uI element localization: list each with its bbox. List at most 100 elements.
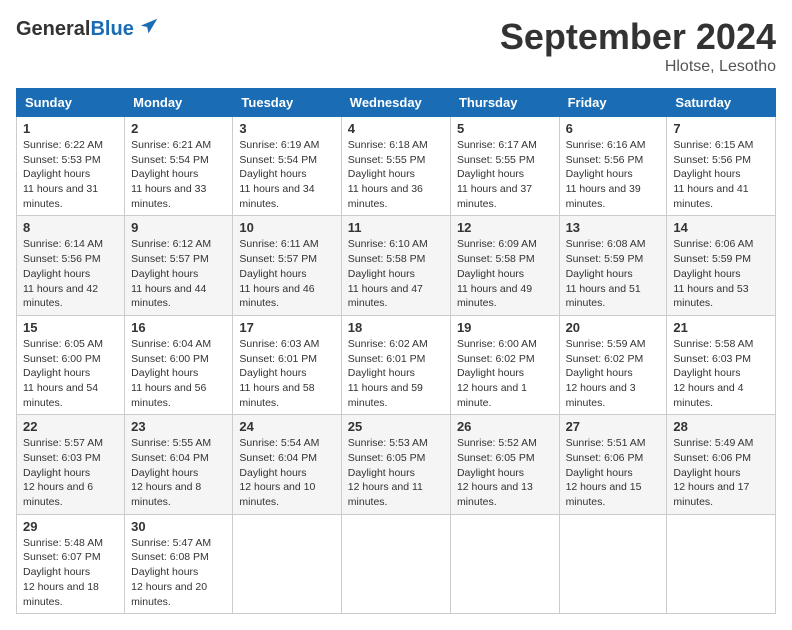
- calendar-cell: 2 Sunrise: 6:21 AMSunset: 5:54 PMDayligh…: [125, 117, 233, 216]
- calendar-cell: 1 Sunrise: 6:22 AMSunset: 5:53 PMDayligh…: [17, 117, 125, 216]
- calendar-week-5: 29 Sunrise: 5:48 AMSunset: 6:07 PMDaylig…: [17, 514, 776, 613]
- day-number: 3: [239, 121, 334, 136]
- calendar-cell: 6 Sunrise: 6:16 AMSunset: 5:56 PMDayligh…: [559, 117, 667, 216]
- day-info: Sunrise: 6:16 AMSunset: 5:56 PMDaylight …: [566, 138, 661, 211]
- day-info: Sunrise: 6:05 AMSunset: 6:00 PMDaylight …: [23, 337, 118, 410]
- day-number: 24: [239, 419, 334, 434]
- calendar-cell: 23 Sunrise: 5:55 AMSunset: 6:04 PMDaylig…: [125, 415, 233, 514]
- weekday-header-wednesday: Wednesday: [341, 89, 450, 117]
- day-info: Sunrise: 6:11 AMSunset: 5:57 PMDaylight …: [239, 237, 334, 310]
- calendar-cell: 29 Sunrise: 5:48 AMSunset: 6:07 PMDaylig…: [17, 514, 125, 613]
- day-info: Sunrise: 6:15 AMSunset: 5:56 PMDaylight …: [673, 138, 769, 211]
- day-info: Sunrise: 5:51 AMSunset: 6:06 PMDaylight …: [566, 436, 661, 509]
- day-number: 13: [566, 220, 661, 235]
- calendar-cell: 14 Sunrise: 6:06 AMSunset: 5:59 PMDaylig…: [667, 216, 776, 315]
- month-title: September 2024: [500, 16, 776, 58]
- day-number: 14: [673, 220, 769, 235]
- calendar-week-2: 8 Sunrise: 6:14 AMSunset: 5:56 PMDayligh…: [17, 216, 776, 315]
- day-number: 30: [131, 519, 226, 534]
- day-info: Sunrise: 5:53 AMSunset: 6:05 PMDaylight …: [348, 436, 444, 509]
- day-info: Sunrise: 6:17 AMSunset: 5:55 PMDaylight …: [457, 138, 553, 211]
- calendar-cell: 30 Sunrise: 5:47 AMSunset: 6:08 PMDaylig…: [125, 514, 233, 613]
- title-section: September 2024 Hlotse, Lesotho: [500, 16, 776, 76]
- calendar-cell: 13 Sunrise: 6:08 AMSunset: 5:59 PMDaylig…: [559, 216, 667, 315]
- day-info: Sunrise: 6:02 AMSunset: 6:01 PMDaylight …: [348, 337, 444, 410]
- calendar-cell: [233, 514, 341, 613]
- day-info: Sunrise: 6:18 AMSunset: 5:55 PMDaylight …: [348, 138, 444, 211]
- weekday-header-saturday: Saturday: [667, 89, 776, 117]
- day-number: 7: [673, 121, 769, 136]
- day-info: Sunrise: 6:03 AMSunset: 6:01 PMDaylight …: [239, 337, 334, 410]
- calendar-cell: 26 Sunrise: 5:52 AMSunset: 6:05 PMDaylig…: [450, 415, 559, 514]
- calendar-cell: [667, 514, 776, 613]
- day-info: Sunrise: 5:48 AMSunset: 6:07 PMDaylight …: [23, 536, 118, 609]
- calendar-cell: [341, 514, 450, 613]
- calendar-cell: 15 Sunrise: 6:05 AMSunset: 6:00 PMDaylig…: [17, 315, 125, 414]
- calendar-cell: 4 Sunrise: 6:18 AMSunset: 5:55 PMDayligh…: [341, 117, 450, 216]
- day-number: 28: [673, 419, 769, 434]
- calendar-cell: 19 Sunrise: 6:00 AMSunset: 6:02 PMDaylig…: [450, 315, 559, 414]
- weekday-header-row: SundayMondayTuesdayWednesdayThursdayFrid…: [17, 89, 776, 117]
- calendar-cell: 24 Sunrise: 5:54 AMSunset: 6:04 PMDaylig…: [233, 415, 341, 514]
- day-info: Sunrise: 5:49 AMSunset: 6:06 PMDaylight …: [673, 436, 769, 509]
- day-number: 4: [348, 121, 444, 136]
- day-number: 16: [131, 320, 226, 335]
- day-info: Sunrise: 6:21 AMSunset: 5:54 PMDaylight …: [131, 138, 226, 211]
- calendar-cell: 18 Sunrise: 6:02 AMSunset: 6:01 PMDaylig…: [341, 315, 450, 414]
- day-info: Sunrise: 6:08 AMSunset: 5:59 PMDaylight …: [566, 237, 661, 310]
- day-info: Sunrise: 5:54 AMSunset: 6:04 PMDaylight …: [239, 436, 334, 509]
- logo-bird-icon: [138, 16, 160, 43]
- calendar-cell: 16 Sunrise: 6:04 AMSunset: 6:00 PMDaylig…: [125, 315, 233, 414]
- day-number: 20: [566, 320, 661, 335]
- day-number: 9: [131, 220, 226, 235]
- logo-blue-text: Blue: [90, 18, 133, 41]
- logo: General Blue: [16, 16, 160, 43]
- day-number: 2: [131, 121, 226, 136]
- day-number: 23: [131, 419, 226, 434]
- weekday-header-friday: Friday: [559, 89, 667, 117]
- calendar-cell: 8 Sunrise: 6:14 AMSunset: 5:56 PMDayligh…: [17, 216, 125, 315]
- weekday-header-monday: Monday: [125, 89, 233, 117]
- calendar-cell: 28 Sunrise: 5:49 AMSunset: 6:06 PMDaylig…: [667, 415, 776, 514]
- weekday-header-thursday: Thursday: [450, 89, 559, 117]
- day-number: 6: [566, 121, 661, 136]
- calendar-cell: 10 Sunrise: 6:11 AMSunset: 5:57 PMDaylig…: [233, 216, 341, 315]
- calendar-cell: 11 Sunrise: 6:10 AMSunset: 5:58 PMDaylig…: [341, 216, 450, 315]
- day-number: 22: [23, 419, 118, 434]
- day-number: 17: [239, 320, 334, 335]
- calendar-table: SundayMondayTuesdayWednesdayThursdayFrid…: [16, 88, 776, 614]
- calendar-cell: 20 Sunrise: 5:59 AMSunset: 6:02 PMDaylig…: [559, 315, 667, 414]
- logo-general-text: General: [16, 18, 90, 41]
- day-number: 27: [566, 419, 661, 434]
- day-number: 21: [673, 320, 769, 335]
- day-info: Sunrise: 6:06 AMSunset: 5:59 PMDaylight …: [673, 237, 769, 310]
- day-number: 10: [239, 220, 334, 235]
- calendar-week-1: 1 Sunrise: 6:22 AMSunset: 5:53 PMDayligh…: [17, 117, 776, 216]
- day-number: 15: [23, 320, 118, 335]
- calendar-cell: 9 Sunrise: 6:12 AMSunset: 5:57 PMDayligh…: [125, 216, 233, 315]
- calendar-cell: [450, 514, 559, 613]
- day-info: Sunrise: 6:12 AMSunset: 5:57 PMDaylight …: [131, 237, 226, 310]
- day-info: Sunrise: 5:58 AMSunset: 6:03 PMDaylight …: [673, 337, 769, 410]
- day-info: Sunrise: 6:04 AMSunset: 6:00 PMDaylight …: [131, 337, 226, 410]
- weekday-header-sunday: Sunday: [17, 89, 125, 117]
- day-number: 5: [457, 121, 553, 136]
- day-number: 18: [348, 320, 444, 335]
- day-info: Sunrise: 6:10 AMSunset: 5:58 PMDaylight …: [348, 237, 444, 310]
- calendar-cell: 25 Sunrise: 5:53 AMSunset: 6:05 PMDaylig…: [341, 415, 450, 514]
- day-number: 1: [23, 121, 118, 136]
- day-number: 26: [457, 419, 553, 434]
- calendar-week-4: 22 Sunrise: 5:57 AMSunset: 6:03 PMDaylig…: [17, 415, 776, 514]
- day-info: Sunrise: 5:47 AMSunset: 6:08 PMDaylight …: [131, 536, 226, 609]
- calendar-cell: 17 Sunrise: 6:03 AMSunset: 6:01 PMDaylig…: [233, 315, 341, 414]
- day-number: 29: [23, 519, 118, 534]
- calendar-cell: 7 Sunrise: 6:15 AMSunset: 5:56 PMDayligh…: [667, 117, 776, 216]
- day-number: 12: [457, 220, 553, 235]
- day-number: 25: [348, 419, 444, 434]
- day-info: Sunrise: 5:57 AMSunset: 6:03 PMDaylight …: [23, 436, 118, 509]
- day-info: Sunrise: 6:14 AMSunset: 5:56 PMDaylight …: [23, 237, 118, 310]
- day-info: Sunrise: 6:00 AMSunset: 6:02 PMDaylight …: [457, 337, 553, 410]
- calendar-week-3: 15 Sunrise: 6:05 AMSunset: 6:00 PMDaylig…: [17, 315, 776, 414]
- calendar-cell: 12 Sunrise: 6:09 AMSunset: 5:58 PMDaylig…: [450, 216, 559, 315]
- day-info: Sunrise: 5:52 AMSunset: 6:05 PMDaylight …: [457, 436, 553, 509]
